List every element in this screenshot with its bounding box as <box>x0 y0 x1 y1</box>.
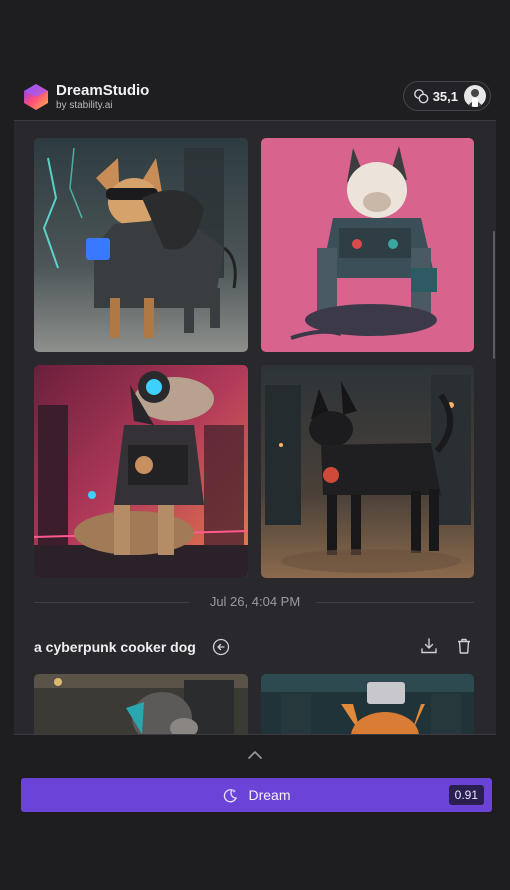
generated-image-2[interactable] <box>261 138 474 352</box>
cyberpunk-bulldog-image <box>261 138 474 352</box>
cooker-dog-image-2 <box>261 674 474 734</box>
credits-badge[interactable]: 35,1 <box>402 81 491 111</box>
moon-sparkle-icon <box>224 789 238 803</box>
generated-image-3[interactable] <box>34 365 248 578</box>
dream-label: Dream <box>248 787 291 803</box>
dreamstudio-logo <box>24 84 48 110</box>
scrollbar[interactable] <box>493 231 495 359</box>
cooker-dog-image-1 <box>34 674 248 734</box>
prompt-text: a cyberpunk cooker dog <box>34 639 196 655</box>
generation-panel[interactable]: Jul 26, 4:04 PM a cyberpunk cooker dog <box>14 120 496 734</box>
brand: DreamStudio by stability.ai <box>56 82 149 112</box>
coins-icon <box>413 89 429 104</box>
download-icon[interactable] <box>420 637 438 655</box>
app-subtitle: by stability.ai <box>56 100 113 111</box>
credits-value: 35,1 <box>432 88 458 104</box>
trash-icon[interactable] <box>455 637 473 655</box>
cyberpunk-dog-goggles-image <box>34 138 248 352</box>
bottom-divider <box>14 734 496 735</box>
batch-date: Jul 26, 4:04 PM <box>14 594 496 609</box>
generated-image-6[interactable] <box>261 674 474 734</box>
chevron-up-icon[interactable] <box>247 750 263 760</box>
cyberpunk-dog-headphones-image <box>34 365 248 578</box>
generated-image-4[interactable] <box>261 365 474 578</box>
app-title: DreamStudio <box>56 82 150 99</box>
bottom-bar: Dream 0.91 <box>0 734 510 890</box>
reuse-prompt-icon[interactable] <box>212 638 230 656</box>
user-avatar-icon <box>467 89 483 107</box>
dream-cost-badge: 0.91 <box>448 785 484 805</box>
prompt-row: a cyberpunk cooker dog <box>34 637 476 657</box>
dream-button[interactable]: Dream 0.91 <box>21 778 492 812</box>
black-cyberpunk-dog-image <box>261 365 474 578</box>
app-header: DreamStudio by stability.ai 35,1 <box>14 74 496 120</box>
avatar[interactable] <box>464 85 486 107</box>
generated-image-1[interactable] <box>34 138 248 352</box>
generated-image-5[interactable] <box>34 674 248 734</box>
